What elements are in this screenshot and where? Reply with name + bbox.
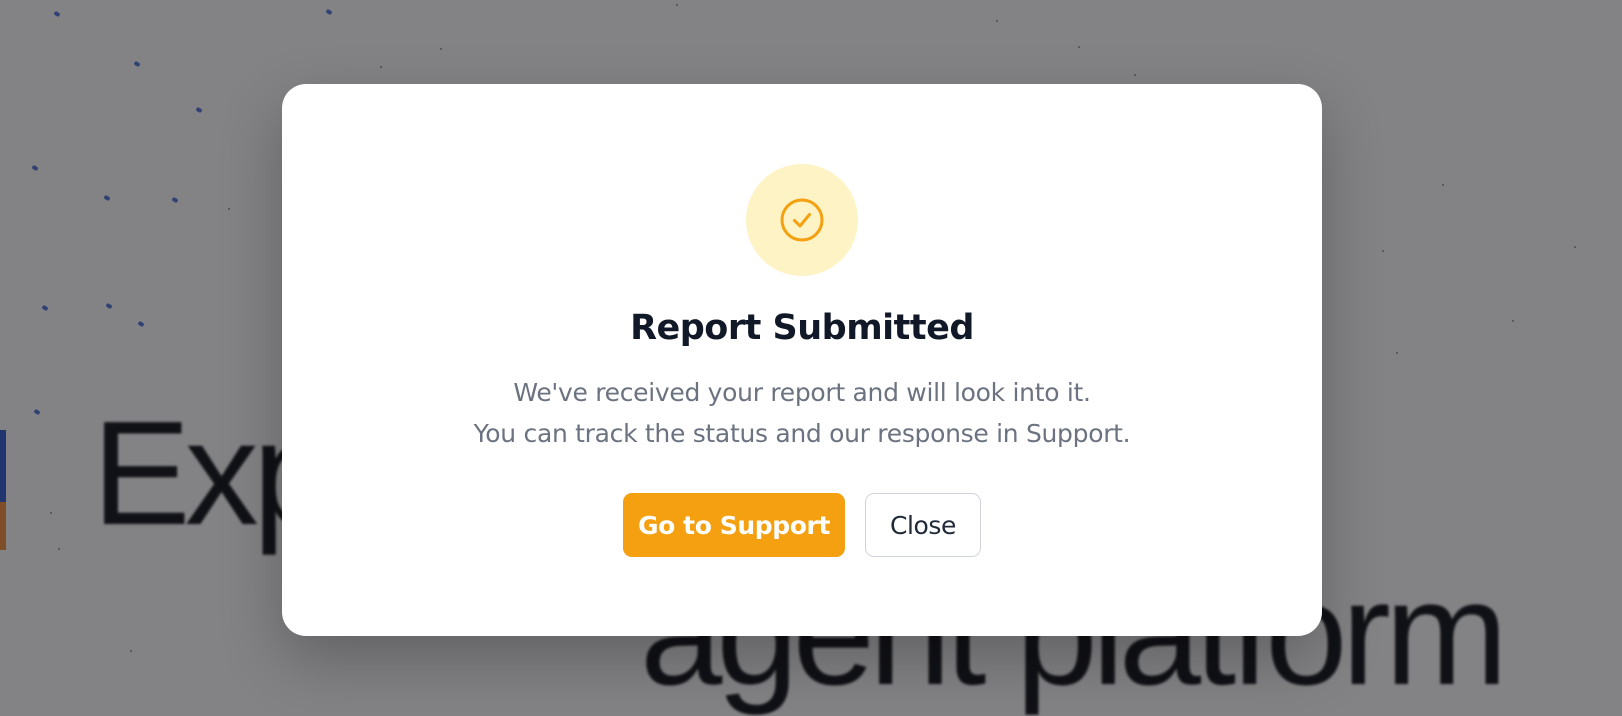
dialog-message-line-1: We've received your report and will look… (513, 378, 1091, 407)
dialog-title: Report Submitted (630, 308, 974, 348)
dialog-actions: Go to Support Close (282, 493, 1322, 557)
go-to-support-button[interactable]: Go to Support (623, 493, 845, 557)
check-circle-icon (780, 198, 824, 242)
dialog-message-line-2: You can track the status and our respons… (473, 419, 1131, 448)
success-badge (746, 164, 858, 276)
close-button[interactable]: Close (865, 493, 981, 557)
dialog-message: We've received your report and will look… (282, 372, 1322, 454)
report-submitted-dialog: Report Submitted We've received your rep… (282, 84, 1322, 636)
